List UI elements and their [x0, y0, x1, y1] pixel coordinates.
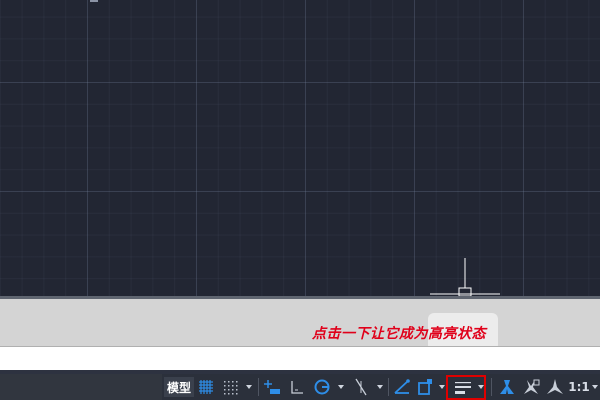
crosshair-cursor-icon: [430, 258, 500, 297]
scale-label: 1:1: [568, 380, 590, 394]
dynamic-input-icon: [264, 380, 280, 394]
object-snap-tracking-button[interactable]: [391, 377, 413, 397]
status-divider: [258, 378, 259, 396]
status-bar: 模型 1:1: [0, 374, 600, 400]
layout-tabs-area: [0, 374, 162, 400]
auto-scale-button[interactable]: [520, 377, 542, 397]
lineweight-highlight-box: [446, 375, 486, 400]
isometric-drafting-dropdown[interactable]: [374, 377, 386, 397]
status-divider: [491, 378, 492, 396]
grid-display-icon: [199, 380, 213, 394]
grid-display-button[interactable]: [196, 377, 216, 397]
snap-mode-button[interactable]: [219, 377, 241, 397]
annotation-text: 点击一下让它成为高亮状态: [312, 326, 486, 342]
chevron-down-icon: [338, 385, 344, 389]
object-snap-icon: [418, 379, 432, 395]
snap-mode-icon: [224, 381, 238, 395]
object-snap-button[interactable]: [415, 377, 435, 397]
snap-mode-dropdown[interactable]: [243, 377, 255, 397]
polar-tracking-icon: [314, 379, 330, 395]
chevron-down-icon: [246, 385, 252, 389]
annotation-visibility-button[interactable]: [496, 377, 518, 397]
chevron-down-icon: [591, 385, 598, 389]
command-line-input[interactable]: [0, 346, 600, 370]
model-tab[interactable]: 模型: [164, 377, 194, 397]
object-snap-tracking-icon: [394, 379, 410, 394]
auto-scale-icon: [524, 379, 540, 394]
chevron-down-icon: [377, 385, 383, 389]
annotation-scale-button[interactable]: [544, 377, 566, 397]
isometric-drafting-icon: [355, 378, 367, 396]
status-divider: [388, 378, 389, 396]
chevron-down-icon: [439, 385, 445, 389]
canvas-mark: [90, 0, 98, 2]
model-tab-label: 模型: [166, 380, 191, 395]
ortho-mode-button[interactable]: [286, 377, 308, 397]
command-history-area: 点击一下让它成为高亮状态: [0, 296, 600, 351]
scale-selector[interactable]: 1:1: [568, 377, 590, 397]
scale-dropdown[interactable]: [590, 377, 599, 397]
drawing-canvas[interactable]: [0, 0, 600, 297]
polar-tracking-button[interactable]: [311, 377, 333, 397]
annotation-visibility-icon: [500, 380, 514, 394]
dynamic-input-button[interactable]: [261, 377, 283, 397]
isometric-drafting-button[interactable]: [350, 377, 372, 397]
polar-tracking-dropdown[interactable]: [335, 377, 347, 397]
ortho-mode-icon: [291, 381, 303, 394]
annotation-scale-icon: [547, 379, 563, 394]
